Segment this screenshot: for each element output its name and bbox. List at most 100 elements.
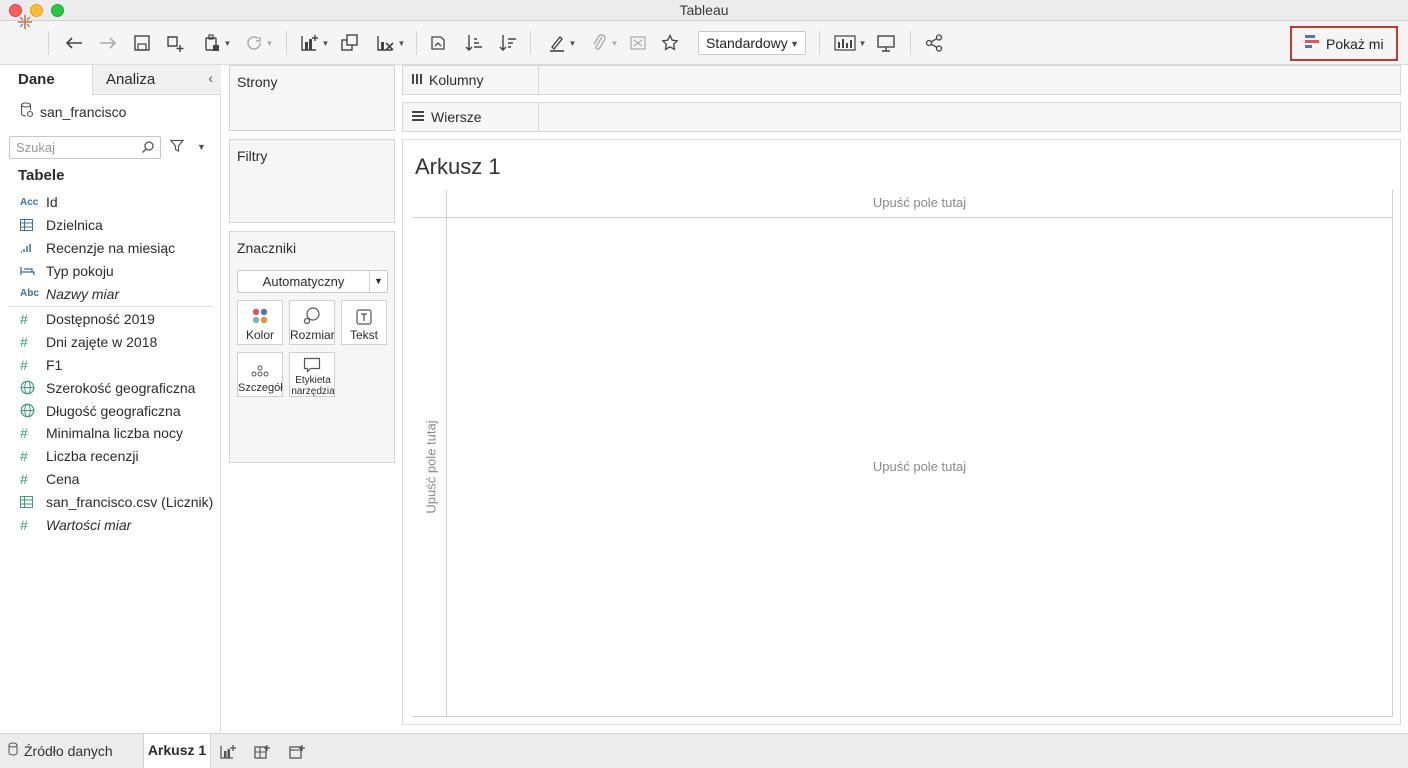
detail-label: Szczegół: [238, 382, 283, 394]
new-datasource-icon[interactable]: [163, 29, 187, 57]
datasource-item[interactable]: san_francisco: [20, 102, 126, 121]
color-label: Kolor: [245, 328, 274, 342]
pause-update-icon[interactable]: ▼: [197, 29, 237, 57]
filters-card[interactable]: Filtry: [229, 139, 395, 223]
show-me-label: Pokaż mi: [1326, 35, 1384, 52]
new-worksheet-icon[interactable]: [219, 743, 237, 764]
field-item[interactable]: # Cena: [0, 468, 221, 491]
divider: [412, 716, 1393, 717]
chevron-down-icon[interactable]: ▼: [197, 142, 206, 152]
field-item[interactable]: Recenzje na miesiąc: [0, 237, 221, 260]
field-item[interactable]: # Dni zajęte w 2018: [0, 331, 221, 354]
field-label: Szerokość geograficzna: [46, 379, 196, 396]
string-type-icon: Abc: [20, 288, 39, 300]
sheet-title[interactable]: Arkusz 1: [415, 154, 501, 180]
new-story-icon[interactable]: [288, 743, 306, 764]
field-item[interactable]: Szerokość geograficzna: [0, 376, 221, 399]
text-label: Tekst: [349, 328, 378, 342]
field-item[interactable]: # Wartości miar: [0, 513, 221, 536]
number-type-icon: #: [20, 356, 28, 373]
filters-card-title: Filtry: [237, 148, 268, 164]
columns-shelf-label: Kolumny: [403, 66, 539, 94]
search-input[interactable]: Szukaj: [9, 136, 161, 159]
field-item[interactable]: # F1: [0, 354, 221, 377]
field-label: Recenzje na miesiąc: [46, 239, 176, 256]
field-label: Dni zajęte w 2018: [46, 334, 158, 351]
mark-type-dropdown[interactable]: Automatyczny ▼: [237, 270, 388, 293]
view-canvas[interactable]: Arkusz 1 Upuść pole tutaj Upuść pole tut…: [402, 139, 1401, 725]
text-button[interactable]: Tekst: [341, 300, 387, 345]
presentation-icon[interactable]: [874, 29, 898, 57]
field-item[interactable]: # Liczba recenzji: [0, 445, 221, 468]
field-label: Wartości miar: [46, 516, 132, 533]
sort-descending-icon[interactable]: [496, 29, 520, 57]
refresh-icon[interactable]: ▼: [241, 29, 277, 57]
data-source-tab[interactable]: Źródło danych: [8, 742, 113, 759]
field-item[interactable]: # Minimalna liczba nocy: [0, 422, 221, 445]
bed-icon: [0, 266, 46, 276]
field-label: Liczba recenzji: [46, 448, 139, 465]
field-item[interactable]: Typ pokoju: [0, 259, 221, 282]
swap-icon[interactable]: [426, 29, 450, 57]
field-label: F1: [46, 356, 63, 373]
columns-shelf[interactable]: Kolumny: [402, 65, 1401, 95]
fit-icon[interactable]: ▼: [832, 29, 868, 57]
tables-header: Tabele: [18, 167, 65, 184]
share-icon[interactable]: [922, 29, 946, 57]
number-type-icon: #: [20, 425, 28, 442]
filter-icon[interactable]: [169, 139, 185, 156]
detail-button[interactable]: Szczegół: [237, 352, 283, 397]
rows-shelf[interactable]: Wiersze: [402, 102, 1401, 132]
collapse-pane-icon[interactable]: ‹: [208, 70, 213, 86]
tab-analytics[interactable]: Analiza ‹: [92, 65, 221, 95]
search-placeholder: Szukaj: [16, 140, 56, 155]
data-pane: Dane Analiza ‹ san_francisco Szukaj ▼ Ta…: [0, 65, 221, 733]
globe-icon: [0, 403, 46, 418]
drop-zone-columns[interactable]: Upuść pole tutaj: [447, 195, 1392, 210]
field-item[interactable]: Abc Nazwy miar: [0, 282, 221, 305]
field-label: Cena: [46, 470, 80, 487]
group-icon[interactable]: ▼: [586, 29, 622, 57]
save-icon[interactable]: [130, 29, 154, 57]
duplicate-sheet-icon[interactable]: [338, 29, 362, 57]
field-label: Dostępność 2019: [46, 311, 155, 328]
tooltip-button[interactable]: Etykieta narzędzia: [289, 352, 335, 397]
rows-shelf-label: Wiersze: [403, 103, 539, 131]
show-me-icon: [1304, 34, 1326, 53]
database-icon: [20, 102, 34, 121]
table-icon: [0, 219, 46, 232]
number-type-icon: #: [20, 516, 28, 533]
field-item[interactable]: Acc Id: [0, 191, 221, 214]
color-button[interactable]: Kolor: [237, 300, 283, 345]
search-icon[interactable]: [141, 140, 155, 157]
field-item[interactable]: Długość geograficzna: [0, 399, 221, 422]
fit-dropdown[interactable]: Standardowy ▼: [698, 31, 806, 55]
clear-sheet-icon[interactable]: ▼: [370, 29, 410, 57]
tab-analytics-label: Analiza: [106, 71, 156, 88]
sort-ascending-icon[interactable]: [462, 29, 486, 57]
redo-icon[interactable]: [95, 29, 121, 57]
highlight-icon[interactable]: ▼: [544, 29, 580, 57]
table-icon: [0, 495, 46, 508]
columns-icon: [411, 72, 423, 88]
size-button[interactable]: Rozmiar: [289, 300, 335, 345]
database-icon: [8, 742, 18, 759]
divider: [1392, 190, 1393, 717]
field-item[interactable]: san_francisco.csv (Licznik): [0, 490, 221, 513]
field-item[interactable]: Dzielnica: [0, 214, 221, 237]
drop-zone-view[interactable]: Upuść pole tutaj: [447, 459, 1392, 474]
fix-axes-icon[interactable]: [658, 29, 682, 57]
rows-icon: [411, 109, 425, 125]
field-item[interactable]: # Dostępność 2019: [0, 308, 221, 331]
sheet-tab[interactable]: Arkusz 1: [143, 734, 211, 768]
pages-card[interactable]: Strony: [229, 65, 395, 131]
undo-icon[interactable]: [61, 29, 87, 57]
new-worksheet-icon[interactable]: ▼: [296, 29, 332, 57]
tableau-logo-icon[interactable]: [12, 8, 38, 36]
new-dashboard-icon[interactable]: [253, 743, 271, 764]
drop-zone-rows[interactable]: Upuść pole tutaj: [424, 420, 439, 513]
tab-data[interactable]: Dane: [0, 65, 92, 95]
bin-icon: [0, 243, 46, 253]
label-icon[interactable]: [626, 29, 650, 57]
show-me-button[interactable]: Pokaż mi: [1290, 26, 1398, 61]
